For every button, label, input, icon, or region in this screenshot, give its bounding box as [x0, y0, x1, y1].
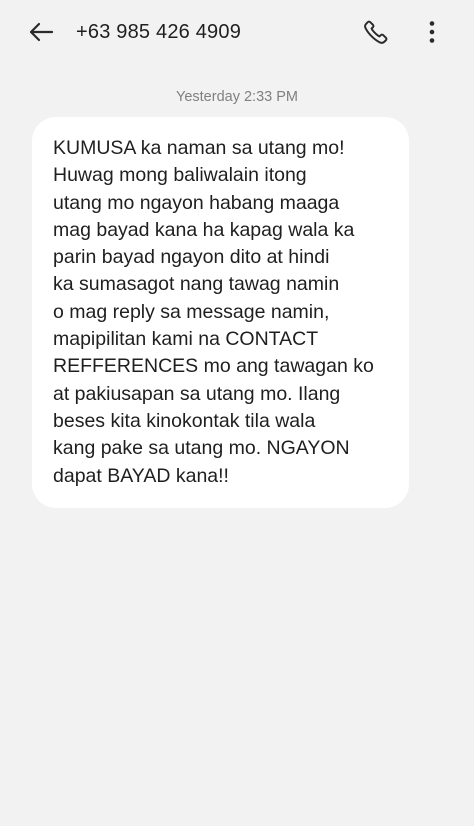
message-text: KUMUSA ka naman sa utang mo! Huwag mong …: [53, 135, 395, 490]
more-vertical-icon: [429, 21, 435, 43]
message-line: KUMUSA ka naman sa utang mo!: [53, 137, 345, 159]
phone-icon: [364, 20, 388, 44]
more-options-button[interactable]: [418, 18, 446, 46]
message-line: mag bayad kana ha kapag wala ka: [53, 218, 355, 241]
message-line: beses kita kinokontak tila wala: [53, 409, 316, 432]
message-line: ka sumasagot nang tawag namin: [53, 273, 340, 296]
message-line: o mag reply sa message namin,: [53, 300, 330, 323]
message-line: mapipilitan kami na CONTACT: [53, 328, 319, 351]
top-app-bar: +63 985 426 4909: [0, 0, 474, 62]
message-line: dapat BAYAD kana!!: [53, 464, 229, 487]
message-line: utang mo ngayon habang maaga: [53, 191, 340, 214]
message-line: REFFERENCES mo ang tawagan ko: [53, 355, 374, 378]
message-line: kang pake sa utang mo. NGAYON: [53, 437, 350, 460]
message-timestamp: Yesterday 2:33 PM: [176, 89, 298, 105]
message-line: parin bayad ngayon dito at hindi: [53, 246, 330, 269]
message-line: Huwag mong baliwalain itong: [53, 164, 307, 187]
back-button[interactable]: [26, 18, 56, 46]
contact-phone-number: +63 985 426 4909: [76, 21, 242, 43]
arrow-left-icon: [29, 22, 54, 42]
message-bubble[interactable]: KUMUSA ka naman sa utang mo! Huwag mong …: [32, 117, 409, 508]
call-button[interactable]: [362, 18, 390, 46]
message-line: at pakiusapan sa utang mo. Ilang: [53, 382, 341, 405]
